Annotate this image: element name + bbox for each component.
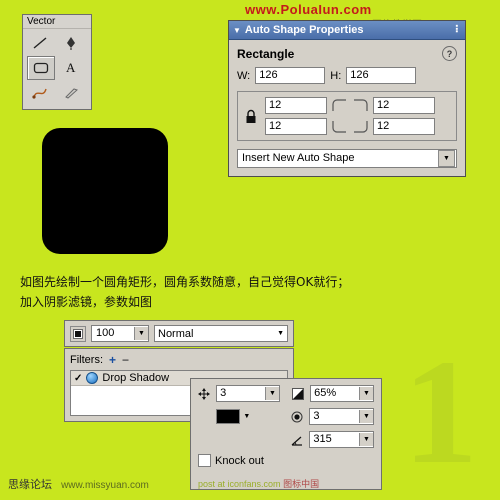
watermark-bottom-mid: post at iconfans.com 图标中国 [198,477,319,490]
help-icon[interactable]: ? [442,46,457,61]
corner-bottom-left-input[interactable]: 12 [265,118,327,135]
section-title: Rectangle [237,46,295,61]
filters-header: Filters: + − [70,352,288,370]
corner-bottom-right-input[interactable]: 12 [373,118,435,135]
opacity-icon [292,387,305,400]
filter-type-icon [86,372,99,384]
lock-closed-icon[interactable] [244,109,258,124]
vector-panel-title: Vector [23,15,91,29]
corner-preview-bottom-icon [330,119,370,134]
height-label: H: [330,69,342,82]
insert-auto-shape-label: Insert New Auto Shape [242,152,355,164]
watermark-top-url: www.PoluaIun.com [245,2,372,17]
height-input[interactable]: 126 [346,67,417,84]
corner-preview-top-icon [330,98,370,113]
move-arrows-icon [198,387,211,400]
drop-shadow-row-2: ▼ 3 ▼ [198,408,374,425]
corner-grid: 12 12 12 12 [265,97,435,135]
forum-name: 思缘论坛 [8,479,52,491]
distance-stepper[interactable]: 3 ▼ [216,385,280,402]
softness-value: 3 [313,410,320,422]
distance-chevron-down-icon[interactable]: ▼ [265,387,279,400]
svg-text:A: A [66,60,76,74]
chevron-down-icon[interactable]: ▼ [438,150,455,167]
auto-shape-panel-title: Auto Shape Properties [244,24,364,36]
insert-auto-shape-dropdown[interactable]: Insert New Auto Shape ▼ [237,149,457,168]
layer-opacity-bar: 100 ▼ Normal ▼ [64,320,294,347]
instruction-line-2: 加入阴影滤镜，参数如图 [20,295,153,309]
knock-out-label: Knock out [215,454,264,467]
panel-options-icon[interactable]: ⠇ [455,25,462,36]
add-filter-icon[interactable]: + [109,353,116,367]
opacity-stepper[interactable]: 100 ▼ [91,325,149,342]
blend-mode-dropdown[interactable]: Normal ▼ [154,325,288,342]
shadow-opacity-stepper[interactable]: 65% ▼ [310,385,374,402]
auto-shape-properties-panel: ▼ Auto Shape Properties ⠇ Rectangle ? W:… [228,20,466,177]
post-credit: post at iconfans.com [198,479,281,489]
shadow-opacity-value: 65% [314,387,337,399]
auto-shape-titlebar[interactable]: ▼ Auto Shape Properties ⠇ [229,21,465,40]
drop-shadow-settings-panel: 3 ▼ 65% ▼ ▼ 3 ▼ 315 ▼ Knock out [190,378,382,490]
layer-color-icon[interactable] [70,325,86,342]
drop-shadow-row-3: 315 ▼ [198,431,374,448]
corner-top-right-input[interactable]: 12 [373,97,435,114]
forum-url: www.missyuan.com [61,480,149,491]
line-tool[interactable] [27,32,53,54]
opacity-value: 100 [96,327,115,339]
filter-name: Drop Shadow [102,372,170,384]
knock-out-row[interactable]: Knock out [198,454,374,467]
shadow-color-picker[interactable]: ▼ [216,409,279,424]
blend-mode-value: Normal [158,327,194,340]
distance-value: 3 [220,387,227,399]
angle-icon [291,434,303,446]
freeform-tool[interactable] [27,82,53,104]
angle-value: 315 [313,433,332,445]
watermark-big-number: 1 [403,329,478,495]
drop-shadow-row-1: 3 ▼ 65% ▼ [198,385,374,402]
softness-icon [291,411,303,423]
text-tool[interactable]: A [58,56,84,78]
auto-shape-body: Rectangle ? W: 126 H: 126 12 12 12 12 In… [229,40,465,176]
rounded-rectangle-shape[interactable] [42,128,168,254]
softness-chevron-down-icon[interactable]: ▼ [359,410,373,423]
instruction-text: 如图先绘制一个圆角矩形，圆角系数随意，自己觉得OK就行； 加入阴影滤镜，参数如图 [20,272,440,312]
knock-out-checkbox[interactable] [198,454,211,467]
opacity-chevron-down-icon[interactable]: ▼ [134,327,148,340]
post-credit-cn: 图标中国 [283,479,320,489]
corner-top-left-input[interactable]: 12 [265,97,327,114]
rectangle-tool[interactable] [27,56,55,80]
watermark-bottom-left: 思缘论坛 www.missyuan.com [8,476,149,492]
instruction-line-1: 如图先绘制一个圆角矩形，圆角系数随意，自己觉得OK就行； [20,275,350,289]
angle-chevron-down-icon[interactable]: ▼ [359,433,373,446]
shadow-opacity-chevron-down-icon[interactable]: ▼ [359,387,373,400]
collapse-triangle-icon[interactable]: ▼ [233,26,241,35]
angle-stepper[interactable]: 315 ▼ [309,431,374,448]
corner-radius-group: 12 12 12 12 [237,91,457,141]
vector-toolbar-panel: Vector A [22,14,92,110]
shadow-color-swatch[interactable] [216,409,241,424]
pen-tool[interactable] [58,32,84,54]
filter-enabled-checkmark-icon[interactable]: ✓ [74,373,82,384]
auto-shape-section-header: Rectangle ? [237,46,457,61]
knife-tool[interactable] [58,82,84,104]
remove-filter-icon[interactable]: − [122,353,129,367]
color-chevron-down-icon[interactable]: ▼ [243,413,250,420]
blend-chevron-down-icon[interactable]: ▼ [277,330,284,337]
size-row: W: 126 H: 126 [237,67,457,84]
insert-auto-shape-row: Insert New Auto Shape ▼ [237,149,457,168]
vector-tool-grid: A [23,29,91,109]
softness-stepper[interactable]: 3 ▼ [309,408,374,425]
width-label: W: [237,69,251,82]
filters-label: Filters: [70,354,103,366]
width-input[interactable]: 126 [255,67,326,84]
